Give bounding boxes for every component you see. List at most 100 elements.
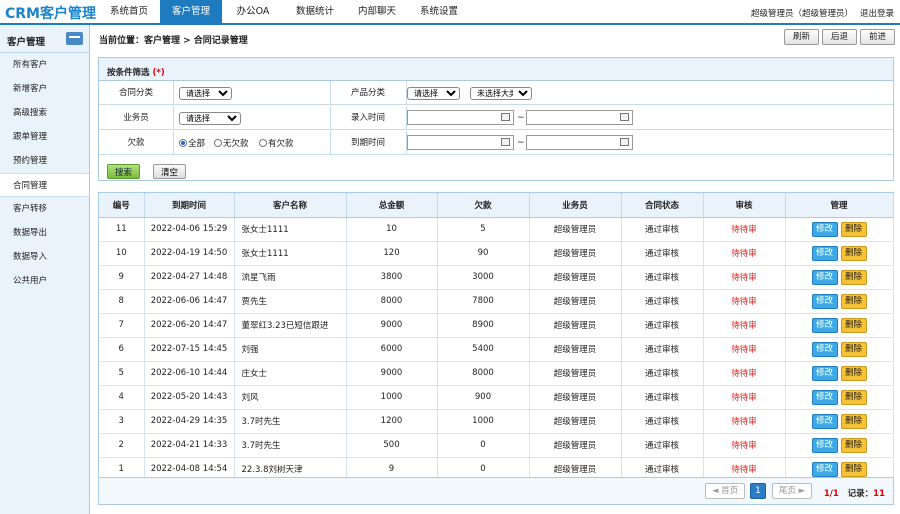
table-row: 2 2022-04-21 14:33 3.7时先生 500 0 超级管理员 通过审核 待待审修… — [99, 433, 894, 458]
cell-expire: 2022-04-29 14:35 — [144, 409, 235, 434]
cell-salesman: 超级管理员 — [529, 289, 622, 314]
nav-home[interactable]: 系统首页 — [98, 0, 160, 23]
delete-button[interactable]: 删除 — [840, 317, 867, 333]
sidebar-item-transfer[interactable]: 客户转移 — [0, 197, 89, 221]
page-1-button[interactable]: 1 — [750, 483, 766, 499]
entry-time-label: 录入时间 — [350, 113, 385, 123]
filter-row-3: 欠款 全部 无欠款 有欠款 到期时间 ~ — [99, 131, 893, 155]
cell-customer: 3.7时先生 — [234, 433, 347, 458]
record-label: 记录： — [847, 489, 874, 499]
cell-salesman: 超级管理员 — [529, 217, 622, 242]
sidebar-item-import[interactable]: 数据导入 — [0, 245, 89, 269]
last-page-button[interactable]: 尾页 ► — [772, 483, 812, 499]
delete-button[interactable]: 删除 — [840, 413, 867, 429]
clear-button[interactable]: 清空 — [153, 164, 186, 179]
nav-oa[interactable]: 办公OA — [222, 0, 284, 23]
delete-button[interactable]: 删除 — [840, 245, 867, 261]
col-header-id: 编号 — [99, 193, 145, 218]
forward-button[interactable]: 前进 — [859, 29, 895, 45]
product-big-select[interactable]: 未选择大类 — [470, 87, 532, 100]
cell-id: 4 — [99, 385, 145, 410]
debt-radio-has[interactable]: 有欠款 — [259, 137, 294, 149]
cell-expire: 2022-04-21 14:33 — [144, 433, 235, 458]
nav-chat[interactable]: 内部聊天 — [346, 0, 408, 23]
entry-time-end-input[interactable] — [526, 110, 633, 125]
edit-button[interactable]: 修改 — [811, 437, 838, 453]
cell-id: 10 — [99, 241, 145, 266]
cell-id: 11 — [99, 217, 145, 242]
cell-actions: 修改 删除 — [785, 409, 894, 434]
filter-header: 按条件筛选 (*) — [99, 58, 893, 81]
cell-total: 8000 — [346, 289, 438, 314]
expire-time-label: 到期时间 — [350, 138, 385, 148]
nav-stats[interactable]: 数据统计 — [284, 0, 346, 23]
edit-button[interactable]: 修改 — [811, 413, 838, 429]
delete-button[interactable]: 删除 — [840, 389, 867, 405]
contract-type-select[interactable]: 请选择 — [179, 87, 232, 100]
salesman-select[interactable]: 请选择 — [179, 112, 241, 125]
sidebar-item-appointments[interactable]: 预约管理 — [0, 149, 89, 173]
delete-button[interactable]: 删除 — [840, 365, 867, 381]
cell-audit: 待待审 — [703, 289, 786, 314]
debt-radio-all[interactable]: 全部 — [179, 137, 205, 149]
cell-total: 9000 — [346, 313, 438, 338]
delete-button[interactable]: 删除 — [840, 437, 867, 453]
cell-id: 6 — [99, 337, 145, 362]
sidebar-item-public-users[interactable]: 公共用户 — [0, 269, 89, 293]
sidebar-item-export[interactable]: 数据导出 — [0, 221, 89, 245]
sidebar-item-follow-up[interactable]: 跟单管理 — [0, 125, 89, 149]
nav-settings[interactable]: 系统设置 — [408, 0, 470, 23]
entry-time-start-input[interactable] — [407, 110, 514, 125]
col-header-audit: 审核 — [703, 193, 786, 218]
cell-status: 通过审核 — [621, 313, 704, 338]
nav-customer[interactable]: 客户管理 — [160, 0, 222, 23]
sidebar-item-advanced-search[interactable]: 高级搜索 — [0, 101, 89, 125]
table-row: 4 2022-05-20 14:43 刘风 1000 900 超级管理员 通过审核 待待审 修改… — [99, 385, 894, 410]
refresh-button[interactable]: 刷新 — [783, 29, 819, 45]
edit-button[interactable]: 修改 — [811, 269, 838, 285]
sidebar-item-new-customer[interactable]: 新增客户 — [0, 77, 89, 101]
expire-time-start-input[interactable] — [407, 135, 514, 150]
logout-link[interactable]: 退出登录 — [860, 9, 894, 19]
cell-actions: 修改 删除 — [785, 265, 894, 290]
cell-total: 9000 — [346, 361, 438, 386]
cell-id: 2 — [99, 433, 145, 458]
sidebar-item-all-customers[interactable]: 所有客户 — [0, 53, 89, 77]
delete-button[interactable]: 删除 — [840, 221, 867, 237]
cell-expire: 2022-04-19 14:50 — [144, 241, 235, 266]
product-type-select[interactable]: 请选择 — [407, 87, 460, 100]
cell-total: 1200 — [346, 409, 438, 434]
edit-button[interactable]: 修改 — [811, 365, 838, 381]
app-logo: CRM客户管理 — [5, 6, 96, 22]
col-header-debt: 欠款 — [437, 193, 530, 218]
cell-debt: 5 — [437, 217, 530, 242]
pagination: ◄ 首页 1 尾页 ► 1/1 记录：11 — [98, 477, 894, 505]
debt-option-has: 有欠款 — [268, 139, 294, 149]
delete-button[interactable]: 删除 — [840, 341, 867, 357]
cell-audit: 待待审 — [703, 217, 786, 242]
first-page-button[interactable]: ◄ 首页 — [705, 483, 745, 499]
delete-button[interactable]: 删除 — [840, 461, 867, 477]
cell-total: 120 — [346, 241, 438, 266]
search-button[interactable]: 搜索 — [107, 164, 140, 179]
delete-button[interactable]: 删除 — [840, 293, 867, 309]
col-header-expire: 到期时间 — [144, 193, 235, 218]
edit-button[interactable]: 修改 — [811, 317, 838, 333]
edit-button[interactable]: 修改 — [811, 389, 838, 405]
cell-debt: 0 — [437, 433, 530, 458]
table-row: 7 2022-06-20 14:47 董翠红3.23已短信跟进 9000 8900 超级管… — [99, 313, 894, 338]
delete-button[interactable]: 删除 — [840, 269, 867, 285]
edit-button[interactable]: 修改 — [811, 341, 838, 357]
cell-audit: 待待审 — [703, 313, 786, 338]
edit-button[interactable]: 修改 — [811, 245, 838, 261]
sidebar-item-contracts[interactable]: 合同管理 — [0, 173, 89, 197]
cell-status: 通过审核 — [621, 361, 704, 386]
cell-customer: 庄女士 — [234, 361, 347, 386]
back-button[interactable]: 后退 — [821, 29, 857, 45]
edit-button[interactable]: 修改 — [811, 293, 838, 309]
expire-time-end-input[interactable] — [526, 135, 633, 150]
edit-button[interactable]: 修改 — [811, 461, 838, 477]
debt-radio-none[interactable]: 无欠款 — [214, 137, 249, 149]
edit-button[interactable]: 修改 — [811, 221, 838, 237]
cell-audit: 待待审 — [703, 337, 786, 362]
